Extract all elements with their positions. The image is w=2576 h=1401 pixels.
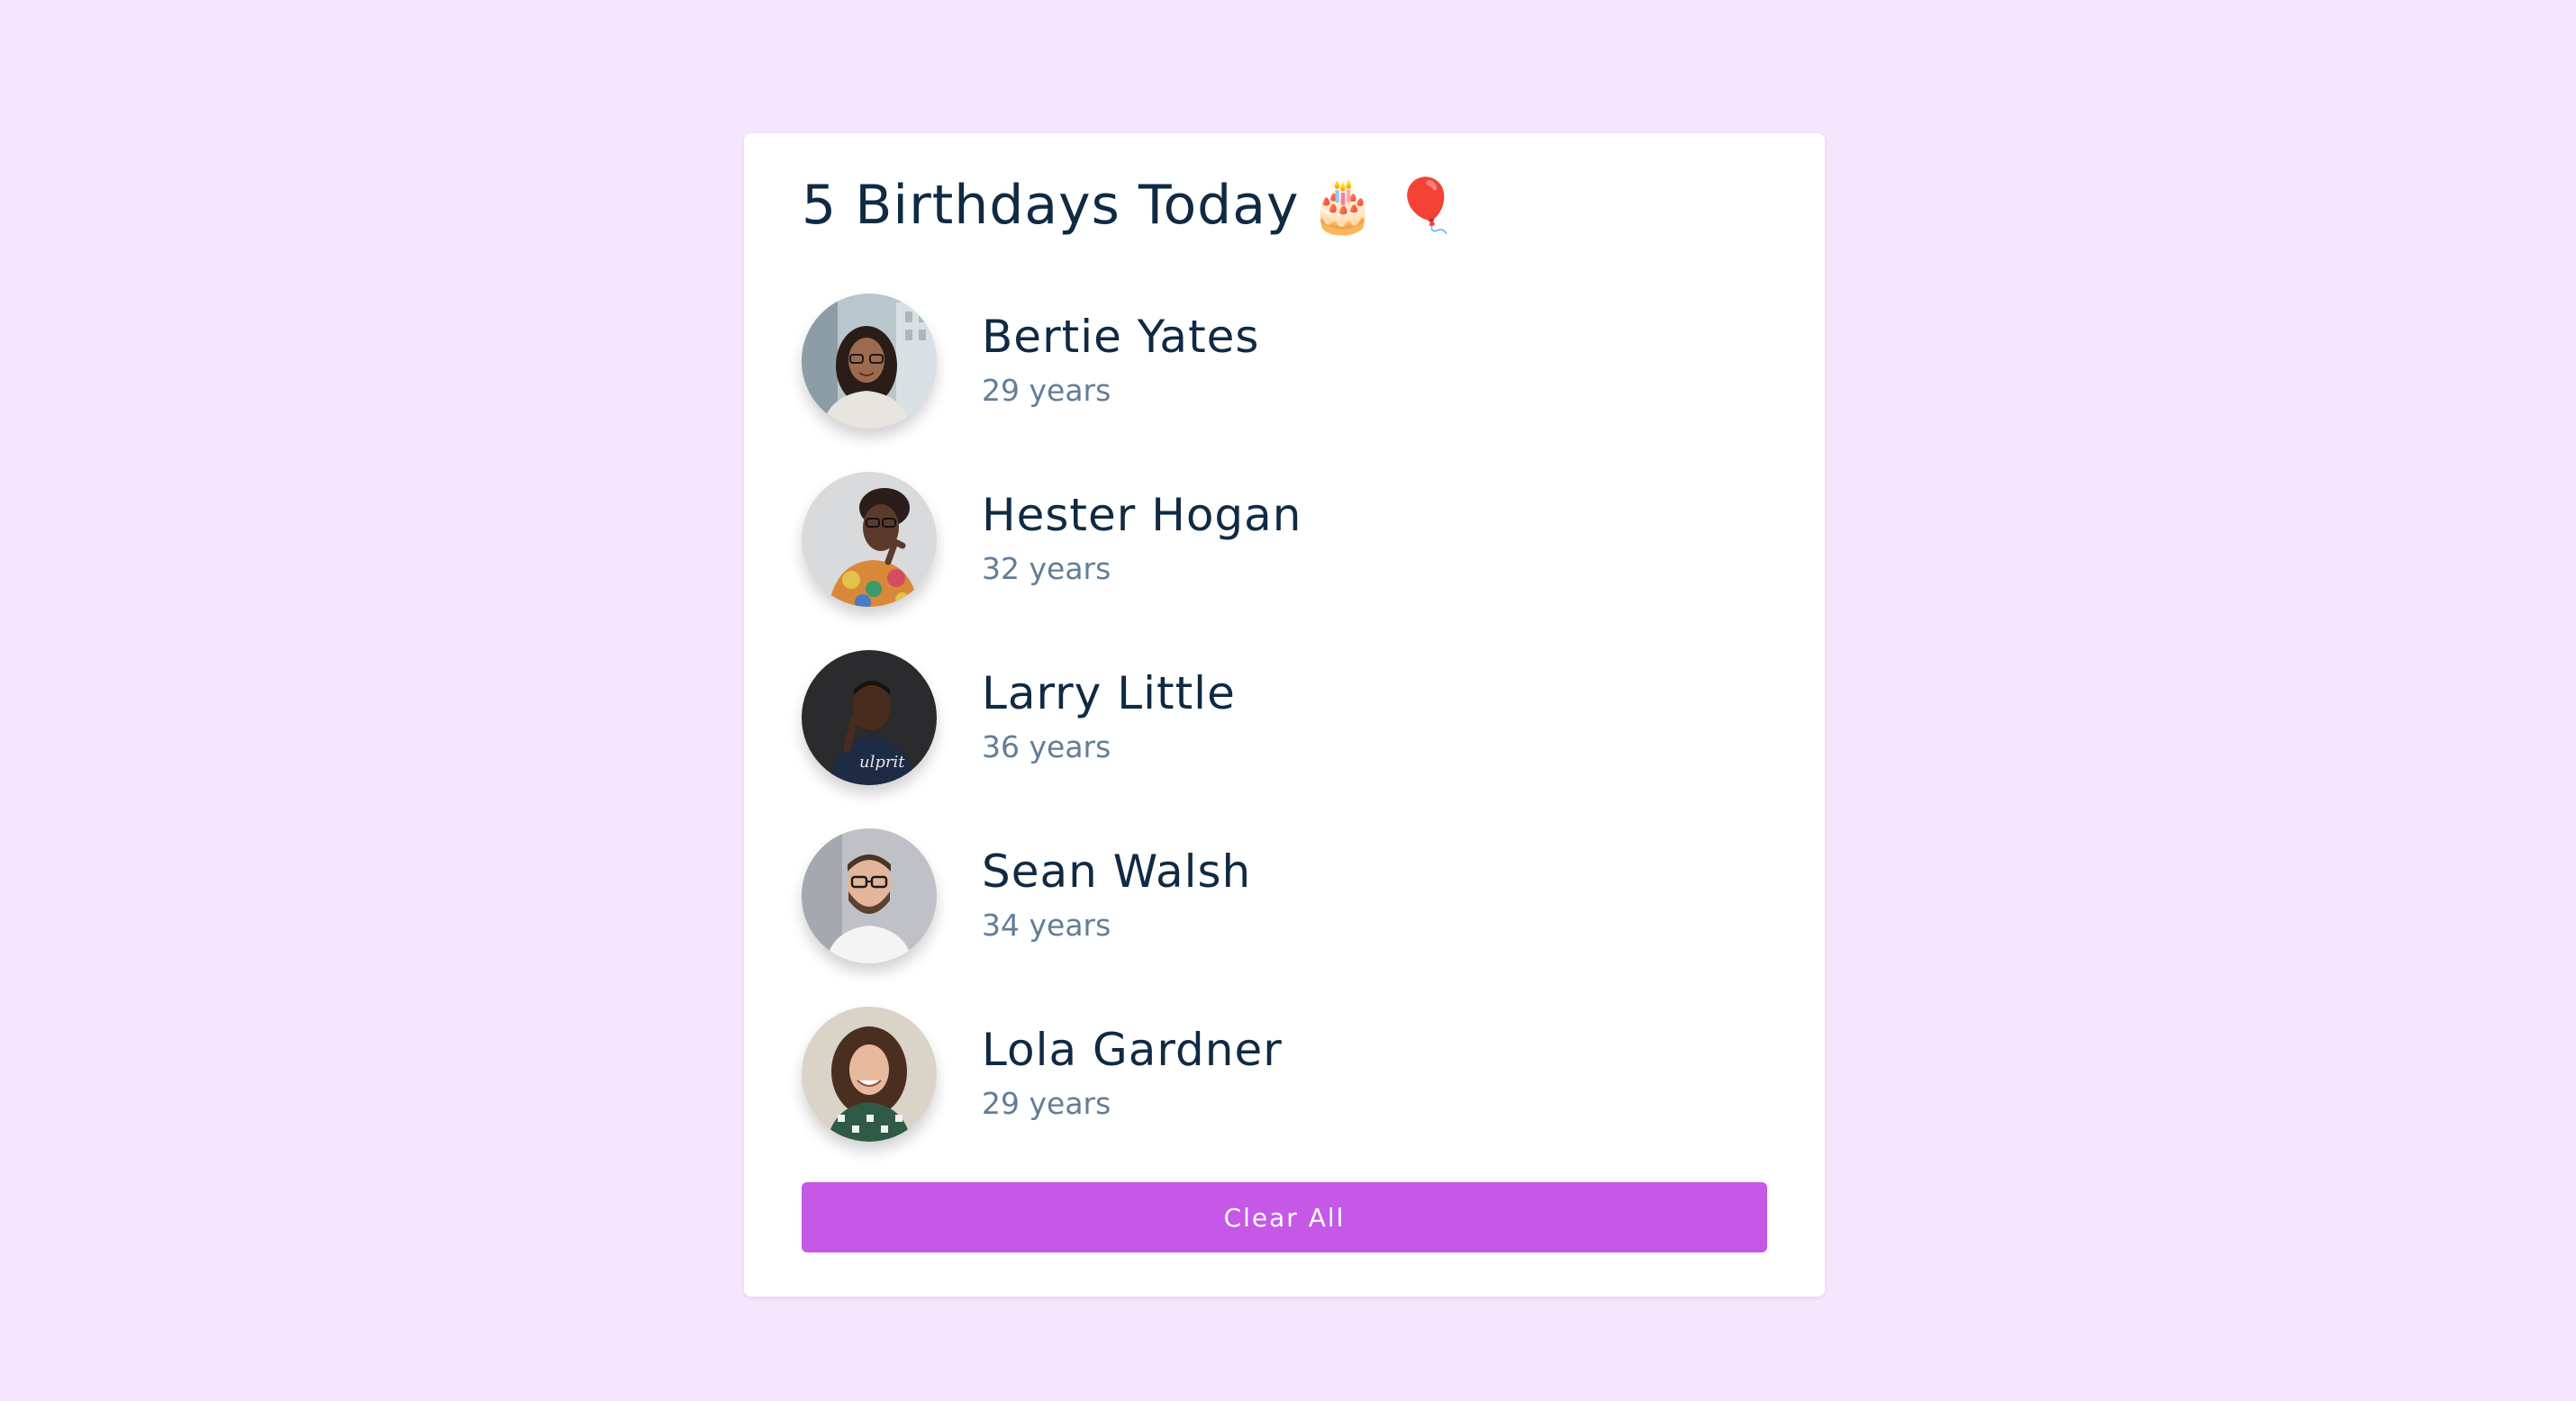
avatar xyxy=(802,1007,937,1142)
person-name: Larry Little xyxy=(982,667,1236,719)
avatar xyxy=(802,828,937,963)
avatar-man-glasses-beard-icon xyxy=(802,828,937,963)
page-title: 5 Birthdays Today 🎂 🎈 xyxy=(802,167,1459,243)
list-item: Sean Walsh 34 years xyxy=(802,828,1767,963)
person-name: Sean Walsh xyxy=(982,845,1252,898)
avatar xyxy=(802,472,937,607)
title-text: 5 Birthdays Today xyxy=(802,174,1300,237)
avatar-man-dark-background-icon: ulprit xyxy=(802,650,937,785)
person-name: Hester Hogan xyxy=(982,489,1302,541)
list-item: ulprit Larry Little 36 years xyxy=(802,650,1767,785)
avatar-woman-curly-hair-icon xyxy=(802,1007,937,1142)
person-age: 32 years xyxy=(982,551,1111,586)
person-age: 36 years xyxy=(982,729,1111,764)
clear-all-button[interactable]: Clear All xyxy=(802,1182,1767,1252)
birthday-card: 5 Birthdays Today 🎂 🎈 Bertie Yates 29 yea… xyxy=(744,133,1825,1297)
person-age: 29 years xyxy=(982,1086,1111,1121)
list-item: Hester Hogan 32 years xyxy=(802,472,1767,607)
avatar-woman-glasses-street-icon xyxy=(802,294,937,429)
person-age: 34 years xyxy=(982,908,1111,943)
cake-balloon-icon: 🎂 🎈 xyxy=(1310,175,1460,236)
person-age: 29 years xyxy=(982,373,1111,408)
person-name: Bertie Yates xyxy=(982,311,1260,363)
svg-text:ulprit: ulprit xyxy=(859,753,905,772)
avatar: ulprit xyxy=(802,650,937,785)
person-name: Lola Gardner xyxy=(982,1024,1283,1076)
avatar-woman-glasses-floral-icon xyxy=(802,472,937,607)
avatar xyxy=(802,294,937,429)
list-item: Lola Gardner 29 years xyxy=(802,1007,1767,1142)
list-item: Bertie Yates 29 years xyxy=(802,294,1767,429)
